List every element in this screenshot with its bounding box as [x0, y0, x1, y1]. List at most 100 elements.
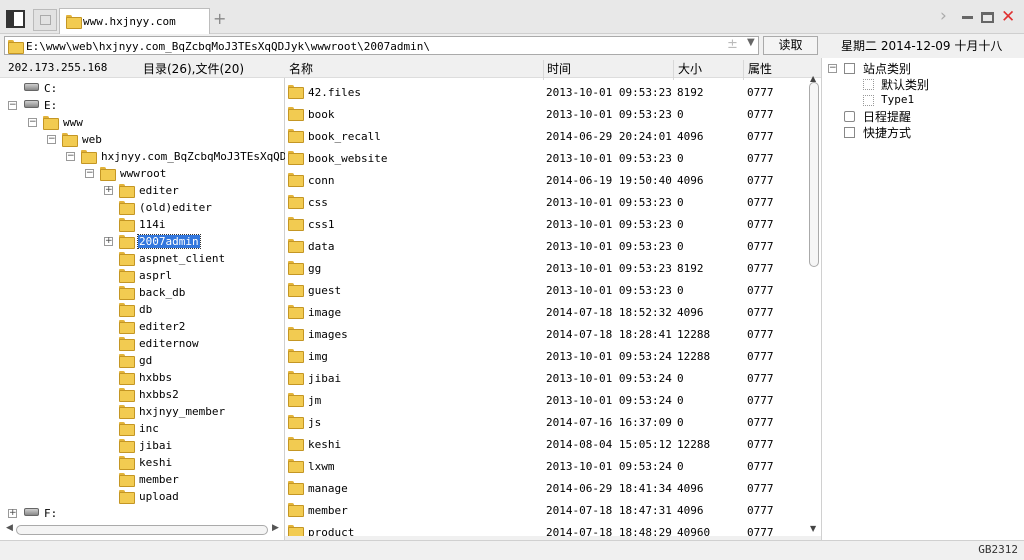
- table-row[interactable]: css1 2013-10-01 09:53:23 0 0777: [285, 212, 805, 234]
- expand-icon[interactable]: +: [104, 186, 113, 195]
- column-divider[interactable]: [673, 60, 674, 80]
- new-tab-icon[interactable]: +: [213, 9, 226, 28]
- table-row[interactable]: jibai 2013-10-01 09:53:24 0 0777: [285, 366, 805, 388]
- chevron-down-icon[interactable]: ▼: [747, 37, 755, 48]
- folder-icon: [119, 371, 135, 385]
- folder-icon: [288, 437, 304, 451]
- maximize-icon[interactable]: [981, 12, 994, 23]
- table-row[interactable]: gg 2013-10-01 09:53:23 8192 0777: [285, 256, 805, 278]
- folder-icon: [288, 129, 304, 143]
- file-rows: 42.files 2013-10-01 09:53:23 8192 0777 book…: [285, 78, 805, 536]
- folder-icon: [119, 303, 135, 317]
- drive-icon: [24, 100, 39, 108]
- table-row[interactable]: jm 2013-10-01 09:53:24 0 0777: [285, 388, 805, 410]
- table-row[interactable]: book_website 2013-10-01 09:53:23 0 0777: [285, 146, 805, 168]
- file-list-header: 名称 时间 大小 属性: [285, 58, 821, 80]
- folder-icon: [288, 173, 304, 187]
- folder-icon: [288, 217, 304, 231]
- folder-icon: [119, 269, 135, 283]
- collapse-icon[interactable]: −: [85, 169, 94, 178]
- tab-active[interactable]: www.hxjnyy.com: [59, 8, 210, 34]
- address-bar: E:\www\web\hxjnyy.com_BqZcbqMoJ3TEsXqQDJ…: [0, 34, 1024, 56]
- column-divider[interactable]: [743, 60, 744, 80]
- expand-icon[interactable]: +: [104, 237, 113, 246]
- table-row[interactable]: book_recall 2014-06-29 20:24:01 4096 0777: [285, 124, 805, 146]
- blank-page-icon: [40, 15, 51, 25]
- table-row[interactable]: data 2013-10-01 09:53:23 0 0777: [285, 234, 805, 256]
- folder-icon: [119, 337, 135, 351]
- horizontal-scrollbar[interactable]: ◀ ▶: [6, 522, 281, 536]
- table-row[interactable]: css 2013-10-01 09:53:23 0 0777: [285, 190, 805, 212]
- table-row[interactable]: product 2014-07-18 18:48:29 40960 0777: [285, 520, 805, 536]
- folder-icon: [100, 167, 116, 181]
- scroll-down-icon[interactable]: ▼: [810, 524, 816, 533]
- table-row[interactable]: images 2014-07-18 18:28:41 12288 0777: [285, 322, 805, 344]
- column-header-size[interactable]: 大小: [678, 60, 702, 77]
- read-button[interactable]: 读取: [763, 36, 818, 55]
- bookmark-pane: − 站点类别 默认类别 Type1 日程提醒 快捷方式: [821, 58, 1024, 540]
- scroll-left-icon[interactable]: ◀: [6, 523, 13, 533]
- tab-title: www.hxjnyy.com: [83, 15, 176, 28]
- table-row[interactable]: book 2013-10-01 09:53:23 0 0777: [285, 102, 805, 124]
- table-row[interactable]: conn 2014-06-19 19:50:40 4096 0777: [285, 168, 805, 190]
- folder-icon: [288, 151, 304, 165]
- close-icon[interactable]: ✕: [1001, 7, 1015, 27]
- tree-node[interactable]: − hxjnyy.com_BqZcbqMoJ3TEsXqQDJyk: [66, 148, 285, 165]
- table-row[interactable]: guest 2013-10-01 09:53:23 0 0777: [285, 278, 805, 300]
- table-row[interactable]: img 2013-10-01 09:53:24 12288 0777: [285, 344, 805, 366]
- table-row[interactable]: js 2014-07-16 16:37:09 0 0777: [285, 410, 805, 432]
- vertical-scrollbar[interactable]: ▲ ▼: [807, 74, 821, 536]
- blank-tab-button[interactable]: [33, 9, 57, 31]
- column-header-name[interactable]: 名称: [289, 60, 313, 77]
- drive-icon: [24, 83, 39, 91]
- toggle-sidebar-icon[interactable]: [6, 10, 25, 28]
- path-text: E:\www\web\hxjnyy.com_BqZcbqMoJ3TEsXqQDJ…: [26, 40, 430, 53]
- shortcut-icon: [844, 127, 855, 138]
- title-bar: www.hxjnyy.com + › ✕: [0, 0, 1024, 34]
- table-row[interactable]: image 2014-07-18 18:52:32 4096 0777: [285, 300, 805, 322]
- column-divider[interactable]: [543, 60, 544, 80]
- collapse-icon[interactable]: −: [28, 118, 37, 127]
- folder-icon: [119, 422, 135, 436]
- folder-icon: [288, 261, 304, 275]
- column-header-time[interactable]: 时间: [547, 60, 571, 77]
- scroll-thumb[interactable]: [16, 525, 268, 535]
- expand-icon[interactable]: +: [8, 509, 17, 518]
- table-row[interactable]: member 2014-07-18 18:47:31 4096 0777: [285, 498, 805, 520]
- encoding-label[interactable]: GB2312: [978, 543, 1018, 556]
- folder-icon: [81, 150, 97, 164]
- bookmark-add-icon[interactable]: ±: [727, 37, 738, 52]
- table-row[interactable]: 42.files 2013-10-01 09:53:23 8192 0777: [285, 80, 805, 102]
- table-row[interactable]: keshi 2014-08-04 15:05:12 12288 0777: [285, 432, 805, 454]
- folder-icon: [119, 473, 135, 487]
- category-icon: [844, 63, 855, 74]
- table-row[interactable]: lxwm 2013-10-01 09:53:24 0 0777: [285, 454, 805, 476]
- folder-icon: [119, 235, 135, 249]
- folder-icon: [288, 195, 304, 209]
- scroll-thumb[interactable]: [809, 82, 819, 267]
- tree-header: 202.173.255.168 目录(26),文件(20): [0, 58, 285, 78]
- folder-icon: [62, 133, 78, 147]
- minimize-icon[interactable]: [962, 10, 974, 20]
- collapse-icon[interactable]: −: [66, 152, 75, 161]
- collapse-icon[interactable]: −: [8, 101, 17, 110]
- folder-icon: [288, 327, 304, 341]
- scroll-right-icon[interactable]: ▶: [272, 523, 279, 533]
- folder-icon: [119, 184, 135, 198]
- collapse-icon[interactable]: −: [47, 135, 56, 144]
- dir-file-count: 目录(26),文件(20): [143, 62, 245, 76]
- folder-icon: [288, 393, 304, 407]
- folder-icon: [8, 40, 24, 54]
- folder-icon: [119, 286, 135, 300]
- status-bar: GB2312: [0, 540, 1024, 560]
- collapse-icon[interactable]: −: [828, 64, 837, 73]
- folder-icon: [288, 525, 304, 536]
- folder-icon: [288, 85, 304, 99]
- folder-icon: [119, 354, 135, 368]
- table-row[interactable]: manage 2014-06-29 18:41:34 4096 0777: [285, 476, 805, 498]
- path-input[interactable]: E:\www\web\hxjnyy.com_BqZcbqMoJ3TEsXqQDJ…: [4, 36, 759, 55]
- chevron-right-icon[interactable]: ›: [940, 6, 947, 26]
- column-header-attr[interactable]: 属性: [748, 60, 772, 77]
- folder-icon: [288, 349, 304, 363]
- folder-icon: [119, 439, 135, 453]
